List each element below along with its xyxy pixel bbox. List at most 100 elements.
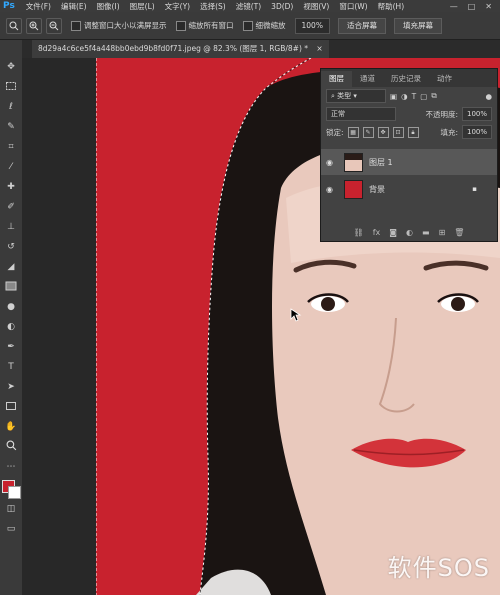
zoom-tool-icon[interactable] xyxy=(4,440,18,454)
tab-layers[interactable]: 图层 xyxy=(321,71,352,87)
healing-brush-tool-icon[interactable]: ✚ xyxy=(4,180,18,194)
menu-select[interactable]: 选择(S) xyxy=(195,1,231,12)
background-color-swatch[interactable] xyxy=(8,486,21,499)
filter-row: ⌕ 类型 ▾ ▣ ◑ T ▢ ⧉ ● xyxy=(321,87,497,105)
search-icon: ⌕ xyxy=(331,92,335,100)
menu-window[interactable]: 窗口(W) xyxy=(334,1,372,12)
link-icon[interactable]: ⛓ xyxy=(354,228,364,237)
layer-row-layer1[interactable]: ◉ 图层 1 xyxy=(321,149,497,175)
options-bar: 调整窗口大小以满屏显示 缩放所有窗口 细微缩放 100% 适合屏幕 填充屏幕 xyxy=(0,12,500,40)
blend-mode-value: 正常 xyxy=(331,110,345,118)
hand-tool-icon[interactable]: ✋ xyxy=(4,420,18,434)
lock-position-icon[interactable]: ✥ xyxy=(377,126,389,138)
menu-file[interactable]: 文件(F) xyxy=(21,1,56,12)
menu-view[interactable]: 视图(V) xyxy=(298,1,334,12)
tab-actions[interactable]: 动作 xyxy=(429,71,460,87)
scrubby-zoom-checkbox[interactable]: 细微缩放 xyxy=(242,20,286,31)
fill-screen-button[interactable]: 填充屏幕 xyxy=(393,17,442,34)
group-icon[interactable]: ▬ xyxy=(422,228,430,237)
type-tool-icon[interactable]: T xyxy=(4,360,18,374)
close-tab-icon[interactable]: × xyxy=(316,44,322,53)
visibility-eye-icon[interactable]: ◉ xyxy=(326,185,340,194)
fill-field[interactable]: 100% xyxy=(461,125,492,139)
clone-stamp-tool-icon[interactable]: ⊥ xyxy=(4,220,18,234)
type-filter-icon[interactable]: T xyxy=(412,92,417,101)
history-brush-tool-icon[interactable]: ↺ xyxy=(4,240,18,254)
adjustment-filter-icon[interactable]: ◑ xyxy=(401,92,408,101)
adjustment-icon[interactable]: ◐ xyxy=(406,228,413,237)
menu-filter[interactable]: 滤镜(T) xyxy=(231,1,266,12)
marquee-tool-icon[interactable] xyxy=(4,80,18,94)
zoom-percent-field[interactable]: 100% xyxy=(294,17,330,34)
dodge-tool-icon[interactable]: ◐ xyxy=(4,320,18,334)
menu-type[interactable]: 文字(Y) xyxy=(160,1,195,12)
visibility-eye-icon[interactable]: ◉ xyxy=(326,158,340,167)
eraser-tool-icon[interactable]: ◢ xyxy=(4,260,18,274)
fill-label: 填充: xyxy=(440,127,458,137)
rectangle-tool-icon[interactable] xyxy=(4,400,18,414)
document-tab-bar: 8d29a4c6ce5f4a448bb0ebd9b8fd0f71.jpeg @ … xyxy=(22,40,500,58)
menu-edit[interactable]: 编辑(E) xyxy=(56,1,92,12)
blur-tool-icon[interactable]: ● xyxy=(4,300,18,314)
filter-kind-label: 类型 xyxy=(337,92,352,100)
delete-icon[interactable]: 🗑︎ xyxy=(454,228,464,237)
shape-filter-icon[interactable]: ▢ xyxy=(420,92,427,101)
checkbox-box xyxy=(175,20,186,31)
gradient-tool-icon[interactable] xyxy=(4,280,18,294)
fit-screen-button[interactable]: 适合屏幕 xyxy=(337,17,386,34)
minimize-button[interactable]: — xyxy=(450,2,458,11)
fx-icon[interactable]: fx xyxy=(373,228,381,237)
checkbox-box xyxy=(71,20,81,31)
lasso-tool-icon[interactable]: ℓ xyxy=(4,100,18,114)
tab-channels[interactable]: 通道 xyxy=(352,71,383,87)
more-tools-icon[interactable]: ⋯ xyxy=(4,460,18,474)
layer-row-background[interactable]: ◉ 背景 ▪ xyxy=(321,176,497,202)
cursor-icon xyxy=(290,308,306,326)
toolbox: ✥ ℓ ✎ ⌗ ⁄ ✚ ✐ ⊥ ↺ ◢ ● ◐ ✒ T ➤ ✋ ⋯ ◫ ▭ xyxy=(0,40,23,595)
menu-layer[interactable]: 图层(L) xyxy=(125,1,160,12)
opacity-field[interactable]: 100% xyxy=(461,107,492,121)
screen-mode-icon[interactable]: ▭ xyxy=(4,522,18,536)
move-tool-icon[interactable]: ✥ xyxy=(4,60,18,74)
zoom-all-windows-checkbox[interactable]: 缩放所有窗口 xyxy=(175,20,234,31)
quick-select-tool-icon[interactable]: ✎ xyxy=(4,120,18,134)
zoom-in-icon[interactable] xyxy=(26,17,42,34)
checkbox-label: 缩放所有窗口 xyxy=(188,21,234,30)
resize-windows-checkbox[interactable]: 调整窗口大小以满屏显示 xyxy=(71,20,167,31)
layer-filter-select[interactable]: ⌕ 类型 ▾ xyxy=(326,89,386,103)
brush-tool-icon[interactable]: ✐ xyxy=(4,200,18,214)
pen-tool-icon[interactable]: ✒ xyxy=(4,340,18,354)
document-tab[interactable]: 8d29a4c6ce5f4a448bb0ebd9b8fd0f71.jpeg @ … xyxy=(32,40,329,58)
crop-tool-icon[interactable]: ⌗ xyxy=(4,140,18,154)
menu-image[interactable]: 图像(I) xyxy=(92,1,125,12)
lock-label: 锁定: xyxy=(326,127,344,137)
pixel-filter-icon[interactable]: ▣ xyxy=(390,92,397,101)
new-layer-icon[interactable]: ⊞ xyxy=(439,228,446,237)
document-title: 8d29a4c6ce5f4a448bb0ebd9b8fd0f71.jpeg @ … xyxy=(38,44,309,53)
smart-object-filter-icon[interactable]: ⧉ xyxy=(431,91,436,101)
lock-artboard-icon[interactable]: ⊡ xyxy=(392,126,404,138)
path-select-tool-icon[interactable]: ➤ xyxy=(4,380,18,394)
menu-bar: Ps 文件(F) 编辑(E) 图像(I) 图层(L) 文字(Y) 选择(S) 滤… xyxy=(0,0,500,12)
layer-thumbnail xyxy=(344,179,363,199)
zoom-icon[interactable] xyxy=(6,17,22,34)
blend-mode-select[interactable]: 正常 xyxy=(326,107,396,121)
lock-transparent-icon[interactable]: ▦ xyxy=(347,126,359,138)
menu-help[interactable]: 帮助(H) xyxy=(373,1,410,12)
window-controls: — □ ✕ xyxy=(450,2,500,11)
close-button[interactable]: ✕ xyxy=(485,2,492,11)
maximize-button[interactable]: □ xyxy=(468,2,476,11)
tab-history[interactable]: 历史记录 xyxy=(383,71,429,87)
filter-toggle-icon[interactable]: ● xyxy=(485,92,492,101)
quick-mask-icon[interactable]: ◫ xyxy=(4,502,18,516)
eyedropper-tool-icon[interactable]: ⁄ xyxy=(4,160,18,174)
menu-3d[interactable]: 3D(D) xyxy=(266,2,298,11)
lock-pixels-icon[interactable]: ✎ xyxy=(362,126,374,138)
mask-icon[interactable]: ◙ xyxy=(389,228,397,237)
blend-row: 正常 不透明度: 100% xyxy=(321,105,497,123)
panel-tabs: 图层 通道 历史记录 动作 xyxy=(321,69,497,87)
zoom-out-icon[interactable] xyxy=(46,17,62,34)
lock-row: 锁定: ▦ ✎ ✥ ⊡ 🔒︎ 填充: 100% xyxy=(321,123,497,141)
checkbox-label: 调整窗口大小以满屏显示 xyxy=(84,21,167,30)
lock-all-icon[interactable]: 🔒︎ xyxy=(407,126,419,138)
